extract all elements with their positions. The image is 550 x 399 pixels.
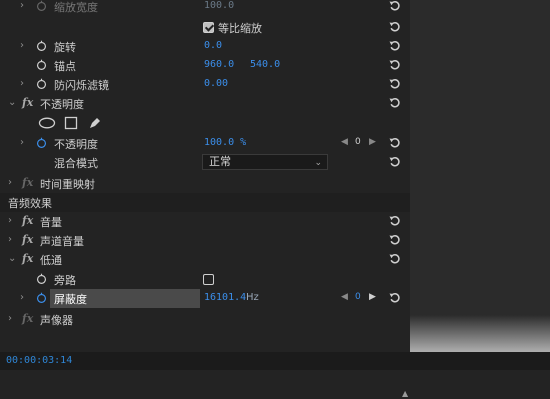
next-keyframe-icon[interactable]: ▶ <box>369 292 376 304</box>
stopwatch-icon[interactable] <box>36 59 47 70</box>
anchor-x-value[interactable]: 960.0 <box>204 59 234 70</box>
row-bypass: 旁路 <box>0 270 410 289</box>
chevron-down-icon[interactable]: ⌄ <box>8 253 18 265</box>
row-opacity: › 不透明度 100.0 % ◀ 0 ▶ <box>0 134 410 153</box>
opacity-label: 不透明度 <box>54 138 98 151</box>
row-mask-tools <box>0 114 410 133</box>
row-uniform-scale: 等比缩放 <box>0 18 410 37</box>
row-channel-volume: › fx 声道音量 <box>0 231 410 250</box>
add-keyframe-icon[interactable]: 0 <box>355 137 361 149</box>
row-volume: › fx 音量 <box>0 212 410 231</box>
fx-icon[interactable]: fx <box>22 214 33 227</box>
row-scale-width: › 缩放宽度 100.0 <box>0 0 410 16</box>
rectangle-mask-icon[interactable] <box>64 116 78 130</box>
scale-width-value[interactable]: 100.0 <box>204 0 234 11</box>
chevron-down-icon: ⌄ <box>314 158 322 168</box>
audio-effects-header: 音频效果 ▲ <box>0 193 410 398</box>
reset-icon[interactable] <box>388 20 402 34</box>
panner-label: 声像器 <box>40 314 73 327</box>
fx-icon[interactable]: fx <box>22 252 33 265</box>
reset-icon[interactable] <box>388 214 402 228</box>
anti-flicker-label: 防闪烁滤镜 <box>54 79 109 92</box>
time-remap-label: 时间重映射 <box>40 178 95 191</box>
fx-icon: fx <box>22 176 34 189</box>
add-keyframe-icon[interactable]: 0 <box>355 292 361 304</box>
stopwatch-icon[interactable] <box>36 40 47 51</box>
reset-icon[interactable] <box>388 155 402 169</box>
row-blend-mode: 混合模式 正常 ⌄ <box>0 153 410 172</box>
ellipse-mask-icon[interactable] <box>38 117 56 129</box>
row-opacity-effect: ⌄ fx 不透明度 <box>0 94 410 113</box>
right-background <box>410 0 550 370</box>
fx-icon[interactable]: fx <box>22 233 33 246</box>
stopwatch-icon[interactable] <box>36 137 47 148</box>
reset-icon[interactable] <box>388 233 402 247</box>
row-anti-flicker: › 防闪烁滤镜 0.00 <box>0 75 410 94</box>
row-anchor: 锚点 960.0 540.0 <box>0 56 410 75</box>
stopwatch-icon[interactable] <box>36 78 47 89</box>
reset-icon[interactable] <box>388 58 402 72</box>
lowpass-label: 低通 <box>40 254 62 267</box>
bypass-label: 旁路 <box>54 274 76 287</box>
chevron-right-icon[interactable]: › <box>8 177 18 189</box>
blend-mode-value: 正常 <box>209 155 231 168</box>
cutoff-label: 屏蔽度 <box>54 293 87 306</box>
reset-icon[interactable] <box>388 77 402 91</box>
chevron-right-icon[interactable]: › <box>8 215 18 227</box>
row-cutoff: › 屏蔽度 16101.4 Hz ◀ 0 ▶ <box>0 289 410 308</box>
reset-icon[interactable] <box>388 39 402 53</box>
row-lowpass: ⌄ fx 低通 <box>0 250 410 269</box>
next-keyframe-icon[interactable]: ▶ <box>369 137 376 149</box>
chevron-right-icon[interactable]: › <box>20 40 30 52</box>
chevron-right-icon[interactable]: › <box>8 234 18 246</box>
reset-icon[interactable] <box>388 0 402 13</box>
rotation-value[interactable]: 0.0 <box>204 40 222 51</box>
timecode[interactable]: 00:00:03:14 <box>6 355 72 366</box>
reset-icon[interactable] <box>388 136 402 150</box>
cutoff-value[interactable]: 16101.4 <box>204 292 246 303</box>
chevron-right-icon[interactable]: › <box>20 137 30 149</box>
opacity-value[interactable]: 100.0 % <box>204 137 246 148</box>
row-panner: › fx 声像器 <box>0 310 410 329</box>
scale-width-label: 缩放宽度 <box>54 1 98 14</box>
blend-mode-label: 混合模式 <box>54 157 98 170</box>
anti-flicker-value[interactable]: 0.00 <box>204 78 228 89</box>
blend-mode-select[interactable]: 正常 ⌄ <box>202 154 328 170</box>
row-time-remap: › fx 时间重映射 <box>0 174 410 193</box>
pen-mask-icon[interactable] <box>88 116 102 130</box>
chevron-right-icon[interactable]: › <box>20 0 30 12</box>
previous-keyframe-icon[interactable]: ◀ <box>341 137 348 149</box>
uniform-scale-checkbox[interactable] <box>203 22 214 33</box>
chevron-right-icon[interactable]: › <box>8 313 18 325</box>
reset-icon[interactable] <box>388 252 402 266</box>
anchor-y-value[interactable]: 540.0 <box>250 59 280 70</box>
audio-effects-label: 音频效果 <box>8 197 52 210</box>
effect-controls-panel: › 缩放宽度 100.0 等比缩放 › 旋转 0.0 锚点 960.0 540.… <box>0 0 410 398</box>
anchor-label: 锚点 <box>54 60 76 73</box>
uniform-scale-label: 等比缩放 <box>218 22 262 35</box>
row-rotation: › 旋转 0.0 <box>0 37 410 56</box>
chevron-right-icon[interactable]: › <box>20 292 30 304</box>
stopwatch-icon[interactable] <box>36 0 47 11</box>
collapse-section-icon[interactable]: ▲ <box>402 389 410 399</box>
fx-icon[interactable]: fx <box>22 96 33 109</box>
fx-icon: fx <box>22 312 34 325</box>
stopwatch-icon[interactable] <box>36 292 47 303</box>
bypass-checkbox[interactable] <box>203 274 214 285</box>
chevron-right-icon[interactable]: › <box>20 78 30 90</box>
status-bar: 00:00:03:14 <box>0 352 550 370</box>
chevron-down-icon[interactable]: ⌄ <box>8 97 18 109</box>
rotation-label: 旋转 <box>54 41 76 54</box>
volume-label: 音量 <box>40 216 62 229</box>
reset-icon[interactable] <box>388 291 402 305</box>
previous-keyframe-icon[interactable]: ◀ <box>341 292 348 304</box>
opacity-effect-label: 不透明度 <box>40 98 84 111</box>
channel-volume-label: 声道音量 <box>40 235 84 248</box>
stopwatch-icon[interactable] <box>36 273 47 284</box>
reset-icon[interactable] <box>388 96 402 110</box>
cutoff-unit: Hz <box>246 292 259 303</box>
